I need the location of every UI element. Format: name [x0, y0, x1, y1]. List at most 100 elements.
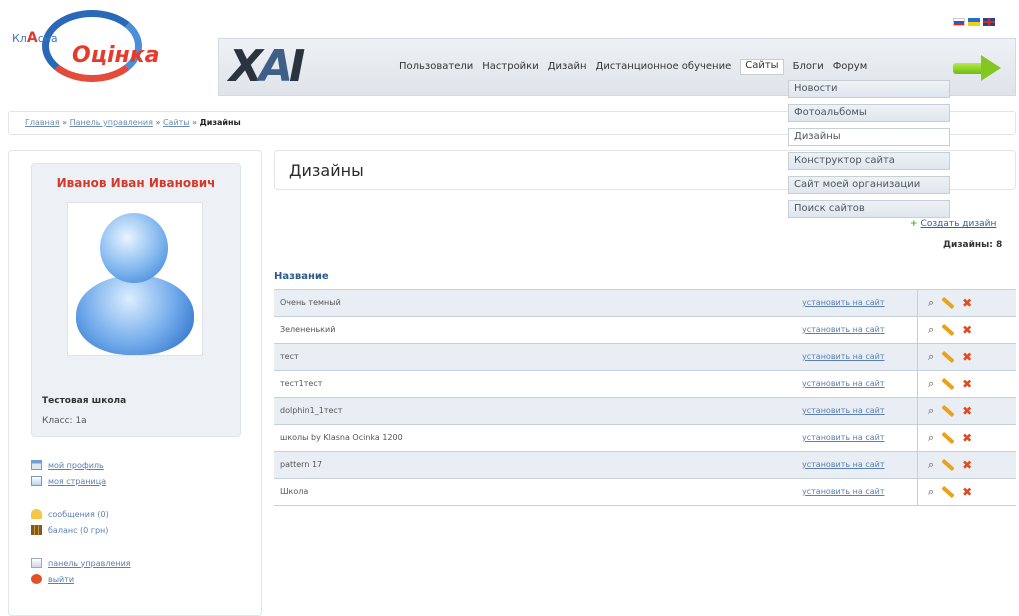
dropdown-item-site-builder[interactable]: Конструктор сайта — [788, 152, 950, 170]
dropdown-item-site-search[interactable]: Поиск сайтов — [788, 200, 950, 218]
edit-icon[interactable] — [941, 404, 955, 418]
flag-ua-icon[interactable] — [968, 18, 980, 26]
menu-item-users[interactable]: Пользователи — [399, 61, 473, 75]
edit-icon[interactable] — [941, 485, 955, 499]
school-name: Тестовая школа — [42, 396, 127, 406]
delete-icon[interactable]: ✖ — [962, 458, 972, 472]
menu-item-settings[interactable]: Настройки — [482, 61, 538, 75]
table-row: Школа установить на сайт ⌕ ✖ — [274, 479, 1016, 506]
install-on-site-link[interactable]: установить на сайт — [802, 460, 885, 469]
view-icon[interactable]: ⌕ — [928, 323, 934, 337]
design-name: тест — [280, 352, 299, 361]
edit-icon[interactable] — [941, 458, 955, 472]
flag-gb-icon[interactable] — [983, 18, 995, 26]
delete-icon[interactable]: ✖ — [962, 323, 972, 337]
sidebar-links: мой профиль моя страница сообщения (0) б… — [31, 457, 131, 587]
install-on-site-link[interactable]: установить на сайт — [802, 406, 885, 415]
edit-icon[interactable] — [941, 323, 955, 337]
avatar-head-icon — [100, 213, 168, 283]
xai-logo: XAI — [229, 41, 306, 92]
delete-icon[interactable]: ✖ — [962, 485, 972, 499]
install-on-site-link[interactable]: установить на сайт — [802, 325, 885, 334]
view-icon[interactable]: ⌕ — [928, 431, 934, 445]
design-name: школы by Klasna Ocinka 1200 — [280, 433, 403, 442]
install-on-site-link[interactable]: установить на сайт — [802, 487, 885, 496]
table-row: Зелененький установить на сайт ⌕ ✖ — [274, 317, 1016, 344]
install-on-site-link[interactable]: установить на сайт — [802, 298, 885, 307]
language-switcher — [953, 18, 995, 26]
menu-item-blogs[interactable]: Блоги — [793, 61, 824, 75]
view-icon[interactable]: ⌕ — [928, 350, 934, 364]
flag-ru-icon[interactable] — [953, 18, 965, 26]
design-name: Зелененький — [280, 325, 336, 334]
designs-count: Дизайны: 8 — [943, 240, 1003, 250]
view-icon[interactable]: ⌕ — [928, 485, 934, 499]
table-row: тест установить на сайт ⌕ ✖ — [274, 344, 1016, 371]
dropdown-item-photo-albums[interactable]: Фотоальбомы — [788, 104, 950, 122]
sidebar-item-my-profile[interactable]: мой профиль — [31, 457, 131, 473]
menu-item-design[interactable]: Дизайн — [548, 61, 587, 75]
edit-icon[interactable] — [941, 377, 955, 391]
menu-item-distance-learning[interactable]: Дистанционное обучение — [596, 61, 732, 75]
table-row: Очень темный установить на сайт ⌕ ✖ — [274, 290, 1016, 317]
class-label: Класс: 1а — [42, 416, 87, 426]
install-on-site-link[interactable]: установить на сайт — [802, 379, 885, 388]
breadcrumb-sites[interactable]: Сайты — [163, 118, 190, 127]
breadcrumb-home[interactable]: Главная — [25, 118, 60, 127]
menu-item-sites[interactable]: Сайты — [740, 59, 784, 75]
delete-icon[interactable]: ✖ — [962, 377, 972, 391]
breadcrumb-control-panel[interactable]: Панель управления — [70, 118, 153, 127]
dropdown-item-news[interactable]: Новости — [788, 80, 950, 98]
dropdown-item-designs[interactable]: Дизайны — [788, 128, 950, 146]
avatar — [67, 202, 203, 356]
sidebar-item-my-page[interactable]: моя страница — [31, 473, 131, 489]
install-on-site-link[interactable]: установить на сайт — [802, 352, 885, 361]
designs-table: Очень темный установить на сайт ⌕ ✖ Зелен… — [274, 289, 1016, 506]
profile-card: Иванов Иван Иванович Тестовая школа Клас… — [31, 163, 241, 437]
delete-icon[interactable]: ✖ — [962, 404, 972, 418]
sidebar-item-control-panel[interactable]: панель управления — [31, 555, 131, 571]
user-name: Иванов Иван Иванович — [56, 176, 216, 190]
delete-icon[interactable]: ✖ — [962, 350, 972, 364]
design-name: тест1тест — [280, 379, 323, 388]
table-row: школы by Klasna Ocinka 1200 установить н… — [274, 425, 1016, 452]
view-icon[interactable]: ⌕ — [928, 296, 934, 310]
logout-icon — [31, 574, 42, 584]
page-title: Дизайны — [289, 161, 364, 180]
page-icon — [31, 476, 42, 486]
edit-icon[interactable] — [941, 431, 955, 445]
messages-icon — [31, 509, 42, 519]
view-icon[interactable]: ⌕ — [928, 377, 934, 391]
view-icon[interactable]: ⌕ — [928, 404, 934, 418]
delete-icon[interactable]: ✖ — [962, 296, 972, 310]
main-menu: Пользователи Настройки Дизайн Дистанцион… — [399, 59, 876, 75]
delete-icon[interactable]: ✖ — [962, 431, 972, 445]
table-row: pattern 17 установить на сайт ⌕ ✖ — [274, 452, 1016, 479]
table-row: dolphin1_1тест установить на сайт ⌕ ✖ — [274, 398, 1016, 425]
install-on-site-link[interactable]: установить на сайт — [802, 433, 885, 442]
sidebar-item-balance[interactable]: баланс (0 грн) — [31, 522, 131, 538]
breadcrumb-current: Дизайны — [199, 118, 241, 127]
design-name: Очень темный — [280, 298, 341, 307]
logo-small-text: КлАсна — [12, 30, 58, 46]
design-name: dolphin1_1тест — [280, 406, 343, 415]
next-arrow-icon[interactable] — [953, 55, 1003, 81]
view-icon[interactable]: ⌕ — [928, 458, 934, 472]
left-sidebar: Иванов Иван Иванович Тестовая школа Клас… — [8, 150, 262, 616]
dropdown-item-my-org-site[interactable]: Сайт моей организации — [788, 176, 950, 194]
design-name: pattern 17 — [280, 460, 323, 469]
sidebar-item-messages[interactable]: сообщения (0) — [31, 506, 131, 522]
control-panel-icon — [31, 558, 42, 568]
profile-icon — [31, 460, 42, 470]
site-logo[interactable]: КлАсна Оцінка — [12, 8, 172, 88]
edit-icon[interactable] — [941, 350, 955, 364]
table-row: тест1тест установить на сайт ⌕ ✖ — [274, 371, 1016, 398]
design-name: Школа — [280, 487, 309, 496]
column-header-name[interactable]: Название — [274, 271, 329, 282]
balance-icon — [31, 525, 42, 535]
edit-icon[interactable] — [941, 296, 955, 310]
logo-main-text: Оцінка — [72, 43, 160, 68]
avatar-body-icon — [76, 275, 194, 355]
sidebar-item-logout[interactable]: выйти — [31, 571, 131, 587]
menu-item-forum[interactable]: Форум — [833, 61, 868, 75]
